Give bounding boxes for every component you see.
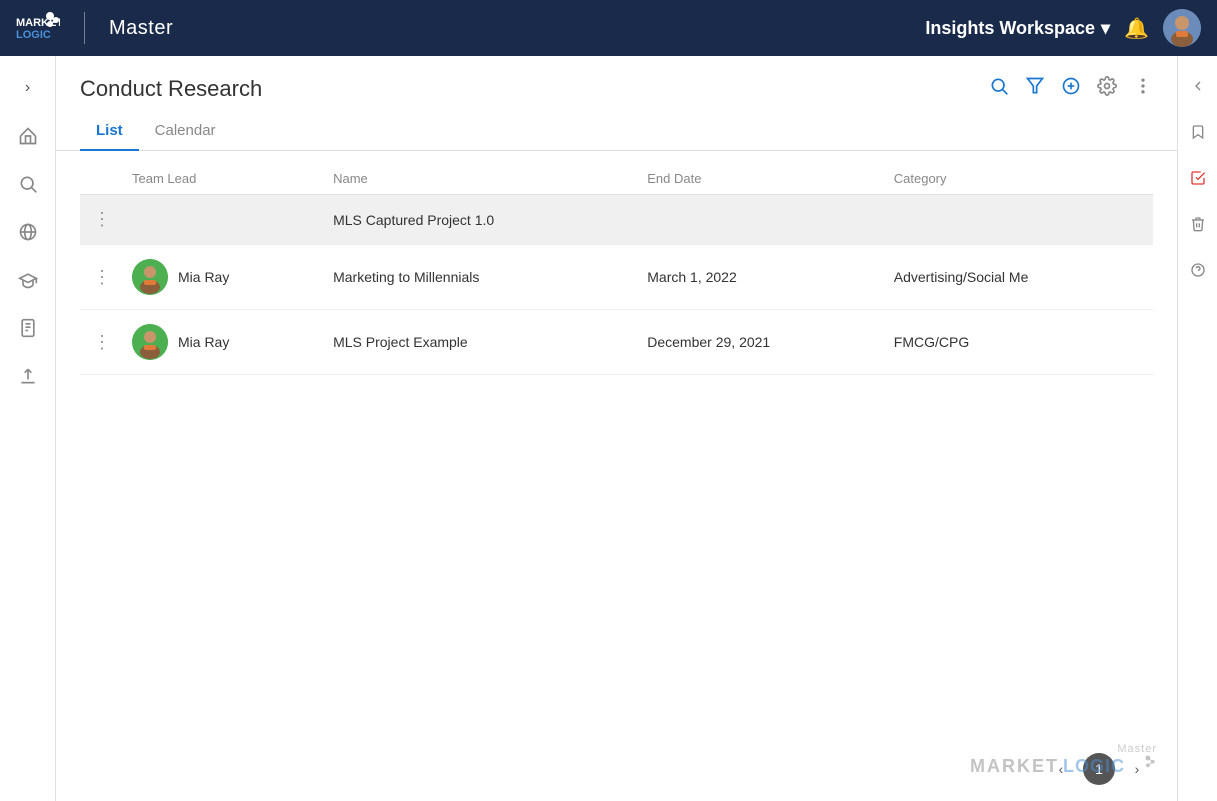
end-date-cell: December 29, 2021	[639, 310, 886, 375]
logo-divider	[84, 12, 85, 44]
category-cell: FMCG/CPG	[886, 310, 1153, 375]
team-lead-cell: Mia Ray	[124, 310, 325, 375]
marketlogic-logo: MARKET LOGIC	[16, 10, 60, 46]
col-category: Category	[886, 159, 1153, 195]
tab-calendar-label: Calendar	[155, 122, 216, 139]
category-cell: Advertising/Social Me	[886, 245, 1153, 310]
end-date-cell	[639, 195, 886, 245]
chevron-right-icon: ›	[25, 79, 30, 97]
sidebar-item-learn[interactable]	[8, 260, 48, 300]
table-body: ⋮ MLS Captured Project 1.0 ⋮	[80, 195, 1153, 375]
watermark-master-label: Master	[1117, 743, 1157, 755]
name-cell: MLS Captured Project 1.0	[325, 195, 639, 245]
right-sidebar-collapse[interactable]	[1180, 68, 1216, 104]
top-navigation: MARKET LOGIC Master Insights Workspace ▾…	[0, 0, 1217, 56]
col-name: Name	[325, 159, 639, 195]
col-team-lead: Team Lead	[124, 159, 325, 195]
name-cell: MLS Project Example	[325, 310, 639, 375]
category-cell	[886, 195, 1153, 245]
sidebar-item-documents[interactable]	[8, 308, 48, 348]
globe-icon	[18, 222, 38, 242]
row-menu-cell[interactable]: ⋮	[80, 195, 124, 245]
search-icon	[18, 174, 38, 194]
col-end-date: End Date	[639, 159, 886, 195]
row-menu-button[interactable]: ⋮	[88, 267, 116, 288]
content-area: Conduct Research	[56, 56, 1177, 801]
home-icon	[18, 126, 38, 146]
right-sidebar-help[interactable]	[1180, 252, 1216, 288]
main-layout: ›	[0, 56, 1217, 801]
table-row: ⋮	[80, 245, 1153, 310]
sidebar-item-upload[interactable]	[8, 356, 48, 396]
watermark-icon	[1129, 755, 1157, 777]
watermark-logic-label: LOGIC	[1063, 756, 1125, 777]
end-date-cell: March 1, 2022	[639, 245, 886, 310]
sidebar-expand-icon[interactable]: ›	[8, 68, 48, 108]
right-sidebar	[1177, 56, 1217, 801]
tab-calendar[interactable]: Calendar	[139, 112, 232, 151]
topnav-right: Insights Workspace ▾ 🔔	[925, 9, 1201, 47]
workspace-label: Insights Workspace	[925, 18, 1095, 39]
sidebar-item-globe[interactable]	[8, 212, 48, 252]
table-row: ⋮ MLS Captured Project 1.0	[80, 195, 1153, 245]
tab-list[interactable]: List	[80, 112, 139, 151]
document-icon	[18, 318, 38, 338]
name-cell: Marketing to Millennials	[325, 245, 639, 310]
team-lead-name: Mia Ray	[178, 334, 229, 350]
search-action-icon[interactable]	[989, 76, 1009, 102]
page-header: Conduct Research	[56, 56, 1177, 102]
team-lead-name: Mia Ray	[178, 269, 229, 285]
watermark-logo: MARKET LOGIC	[970, 755, 1157, 777]
user-avatar-image	[1163, 9, 1201, 47]
settings-action-icon[interactable]	[1097, 76, 1117, 102]
right-sidebar-checklist[interactable]	[1180, 160, 1216, 196]
avatar	[132, 324, 168, 360]
avatar	[132, 259, 168, 295]
page-title: Conduct Research	[80, 76, 262, 102]
left-sidebar: ›	[0, 56, 56, 801]
workspace-dropdown-icon: ▾	[1101, 18, 1110, 39]
logo-area: MARKET LOGIC Master	[16, 10, 173, 46]
insights-workspace-button[interactable]: Insights Workspace ▾	[925, 18, 1110, 39]
row-menu-cell[interactable]: ⋮	[80, 245, 124, 310]
right-sidebar-bookmark[interactable]	[1180, 114, 1216, 150]
sidebar-item-home[interactable]	[8, 116, 48, 156]
bottom-watermark: Master MARKET LOGIC	[970, 743, 1157, 777]
table-header: Team Lead Name End Date Category	[80, 159, 1153, 195]
research-table: Team Lead Name End Date Category ⋮ MLS C…	[80, 159, 1153, 375]
row-menu-button[interactable]: ⋮	[88, 209, 116, 230]
table-container: Team Lead Name End Date Category ⋮ MLS C…	[56, 151, 1177, 737]
tabs: List Calendar	[56, 112, 1177, 151]
add-action-icon[interactable]	[1061, 76, 1081, 102]
sidebar-item-search[interactable]	[8, 164, 48, 204]
watermark-market-label: MARKET	[970, 756, 1059, 777]
upload-icon	[18, 366, 38, 386]
svg-text:LOGIC: LOGIC	[16, 29, 51, 41]
row-menu-button[interactable]: ⋮	[88, 332, 116, 353]
user-avatar-top[interactable]	[1163, 9, 1201, 47]
row-menu-cell[interactable]: ⋮	[80, 310, 124, 375]
team-lead-cell	[124, 195, 325, 245]
right-sidebar-trash[interactable]	[1180, 206, 1216, 242]
team-lead-cell: Mia Ray	[124, 245, 325, 310]
table-row: ⋮	[80, 310, 1153, 375]
header-actions	[989, 76, 1153, 102]
more-action-icon[interactable]	[1133, 76, 1153, 102]
filter-action-icon[interactable]	[1025, 76, 1045, 102]
bell-icon[interactable]: 🔔	[1124, 16, 1149, 41]
master-label: Master	[109, 17, 173, 40]
tab-list-label: List	[96, 122, 123, 139]
graduation-icon	[18, 270, 38, 290]
